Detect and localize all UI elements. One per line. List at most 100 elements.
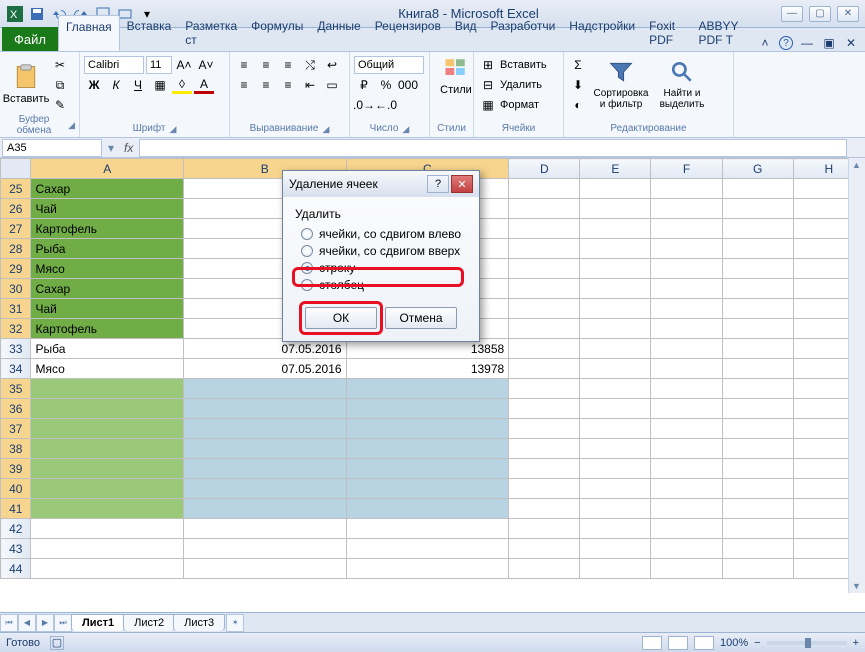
delete-label[interactable]: Удалить — [500, 79, 542, 91]
cell[interactable] — [31, 519, 183, 539]
row-header[interactable]: 25 — [1, 179, 31, 199]
ribbon-tab[interactable]: ABBYY PDF T — [692, 15, 757, 51]
insert-label[interactable]: Вставить — [500, 59, 547, 71]
row-header[interactable]: 41 — [1, 499, 31, 519]
cell[interactable] — [722, 559, 793, 579]
close-button[interactable]: ✕ — [837, 6, 859, 22]
cell[interactable] — [651, 199, 722, 219]
cell[interactable] — [509, 419, 580, 439]
cell[interactable]: Сахар — [31, 279, 183, 299]
cell[interactable] — [722, 219, 793, 239]
row-header[interactable]: 39 — [1, 459, 31, 479]
cell[interactable] — [509, 519, 580, 539]
wrap-text-icon[interactable]: ↩ — [322, 56, 342, 74]
merge-icon[interactable]: ▭ — [322, 76, 342, 94]
sheet-tab[interactable]: Лист3 — [173, 614, 225, 631]
sheet-tab[interactable]: Лист2 — [123, 614, 175, 631]
fill-color-icon[interactable]: ◊ — [172, 76, 192, 94]
cell[interactable] — [183, 399, 346, 419]
cell[interactable] — [183, 559, 346, 579]
italic-icon[interactable]: К — [106, 76, 126, 94]
doc-restore-icon[interactable]: ▣ — [821, 35, 837, 51]
row-header[interactable]: 37 — [1, 419, 31, 439]
cell[interactable] — [509, 259, 580, 279]
cell[interactable] — [183, 479, 346, 499]
cell[interactable] — [509, 359, 580, 379]
cell[interactable] — [509, 379, 580, 399]
cell[interactable] — [722, 179, 793, 199]
comma-icon[interactable]: 000 — [398, 76, 418, 94]
format-cells-icon[interactable]: ▦ — [478, 96, 498, 114]
cell[interactable] — [580, 359, 651, 379]
maximize-button[interactable]: ▢ — [809, 6, 831, 22]
cell[interactable] — [346, 519, 509, 539]
cell[interactable] — [580, 179, 651, 199]
cell[interactable]: Чай — [31, 299, 183, 319]
cell[interactable] — [651, 379, 722, 399]
cell[interactable]: Сахар — [31, 179, 183, 199]
fx-icon[interactable]: fx — [118, 141, 139, 155]
ribbon-tab[interactable]: Вставка — [120, 15, 179, 51]
dialog-launcher-icon[interactable]: ◢ — [322, 124, 329, 135]
cell[interactable] — [580, 299, 651, 319]
cell[interactable] — [722, 519, 793, 539]
cell[interactable]: Мясо — [31, 259, 183, 279]
row-header[interactable]: 36 — [1, 399, 31, 419]
dialog-titlebar[interactable]: Удаление ячеек ? ✕ — [283, 171, 479, 197]
cell[interactable] — [509, 199, 580, 219]
cell[interactable] — [722, 479, 793, 499]
cell[interactable] — [722, 439, 793, 459]
cell[interactable] — [346, 419, 509, 439]
cell[interactable] — [509, 219, 580, 239]
radio-icon[interactable] — [301, 245, 313, 257]
cell[interactable] — [509, 459, 580, 479]
align-bottom-icon[interactable]: ≡ — [278, 56, 298, 74]
cell[interactable] — [580, 339, 651, 359]
formula-input[interactable] — [139, 139, 847, 157]
cell[interactable] — [183, 439, 346, 459]
dialog-cancel-button[interactable]: Отмена — [385, 307, 457, 329]
doc-minimize-icon[interactable]: — — [799, 35, 815, 51]
cell[interactable] — [580, 459, 651, 479]
cell[interactable] — [722, 199, 793, 219]
row-header[interactable]: 26 — [1, 199, 31, 219]
cell[interactable] — [346, 399, 509, 419]
cell[interactable] — [580, 419, 651, 439]
col-header[interactable]: F — [651, 159, 722, 179]
cell[interactable] — [183, 379, 346, 399]
cell[interactable]: Мясо — [31, 359, 183, 379]
cell[interactable] — [346, 379, 509, 399]
ribbon-tab[interactable]: Разметка ст — [178, 15, 244, 51]
sheet-nav-first-icon[interactable]: ⏮ — [0, 614, 18, 632]
row-header[interactable]: 34 — [1, 359, 31, 379]
cell[interactable] — [722, 539, 793, 559]
cell[interactable] — [651, 259, 722, 279]
macro-record-icon[interactable]: ▢ — [50, 636, 64, 650]
row-header[interactable]: 29 — [1, 259, 31, 279]
clear-icon[interactable]: ◐ — [568, 96, 588, 114]
cell[interactable] — [346, 479, 509, 499]
cell[interactable]: Чай — [31, 199, 183, 219]
cell[interactable] — [580, 319, 651, 339]
ribbon-collapse-icon[interactable]: ˄ — [757, 35, 773, 51]
copy-icon[interactable]: ⧉ — [50, 76, 70, 94]
cell[interactable] — [580, 239, 651, 259]
cell[interactable] — [651, 439, 722, 459]
cell[interactable] — [509, 559, 580, 579]
select-all-corner[interactable] — [1, 159, 31, 179]
cell[interactable] — [651, 319, 722, 339]
ribbon-tab[interactable]: Foxit PDF — [642, 15, 691, 51]
cell[interactable] — [651, 459, 722, 479]
name-box[interactable]: A35 — [2, 139, 102, 157]
cell[interactable] — [509, 239, 580, 259]
vertical-scrollbar[interactable] — [848, 158, 865, 593]
sheet-nav-last-icon[interactable]: ⏭ — [54, 614, 72, 632]
fill-icon[interactable]: ⬇ — [568, 76, 588, 94]
cell[interactable] — [722, 319, 793, 339]
row-header[interactable]: 44 — [1, 559, 31, 579]
cell[interactable] — [722, 459, 793, 479]
cell[interactable] — [722, 399, 793, 419]
ribbon-tab[interactable]: Формулы — [244, 15, 310, 51]
view-layout-icon[interactable] — [668, 636, 688, 650]
cell[interactable]: Рыба — [31, 239, 183, 259]
